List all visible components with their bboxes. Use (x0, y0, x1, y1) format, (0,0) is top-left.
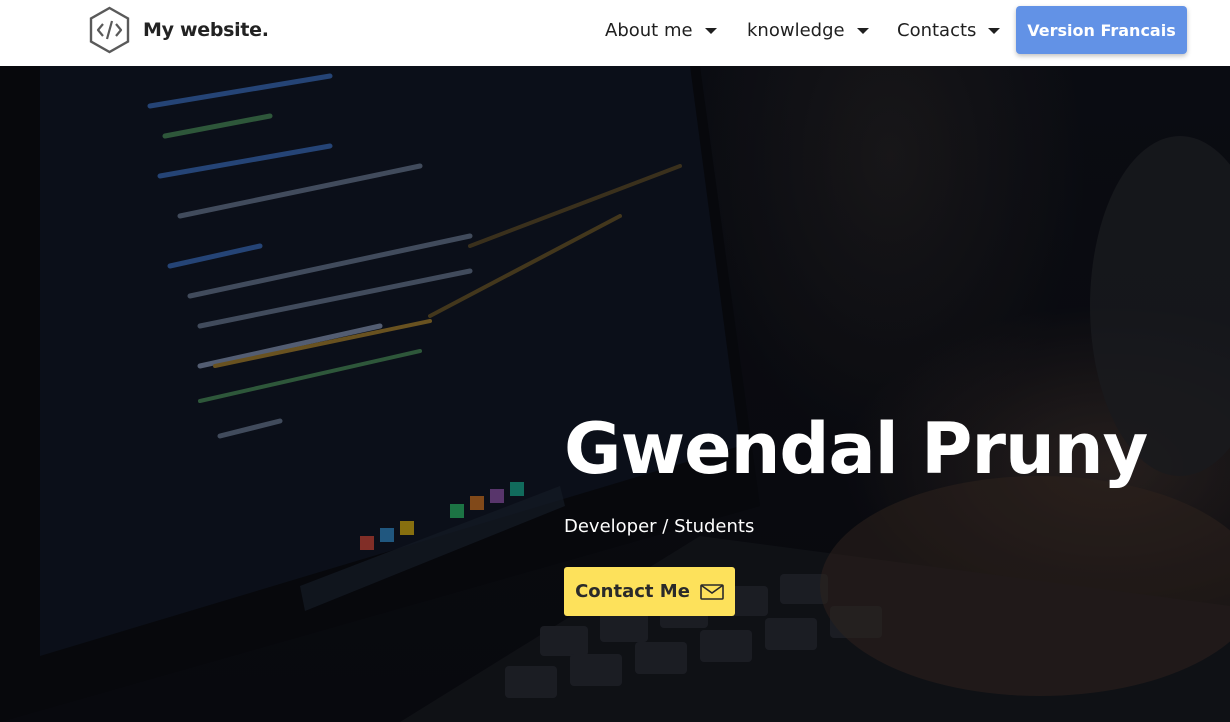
menu-contacts-label: Contacts (897, 19, 977, 41)
brand-link[interactable]: My website. (88, 6, 269, 54)
caret-down-icon (856, 28, 869, 34)
hero-subtitle: Developer / Students (564, 516, 755, 537)
hero-title: Gwendal Pruny (564, 408, 1148, 490)
caret-down-icon (704, 28, 717, 34)
menu-about-me-label: About me (605, 19, 693, 41)
mail-icon (700, 583, 724, 600)
brand-name: My website. (143, 19, 269, 41)
version-francais-button[interactable]: Version Francais (1016, 6, 1187, 54)
contact-me-button[interactable]: Contact Me (564, 567, 735, 616)
menu-knowledge[interactable]: knowledge (747, 0, 869, 60)
contact-me-label: Contact Me (575, 581, 690, 602)
menu-knowledge-label: knowledge (747, 19, 845, 41)
top-navbar: My website. About me knowledge Contacts … (0, 0, 1230, 66)
hero-section: Gwendal Pruny Developer / Students Conta… (0, 66, 1230, 722)
code-hexagon-icon (89, 6, 130, 54)
menu-contacts[interactable]: Contacts (897, 0, 1001, 60)
menu-about-me[interactable]: About me (605, 0, 717, 60)
caret-down-icon (988, 28, 1001, 34)
hero-dark-overlay (0, 66, 1230, 722)
